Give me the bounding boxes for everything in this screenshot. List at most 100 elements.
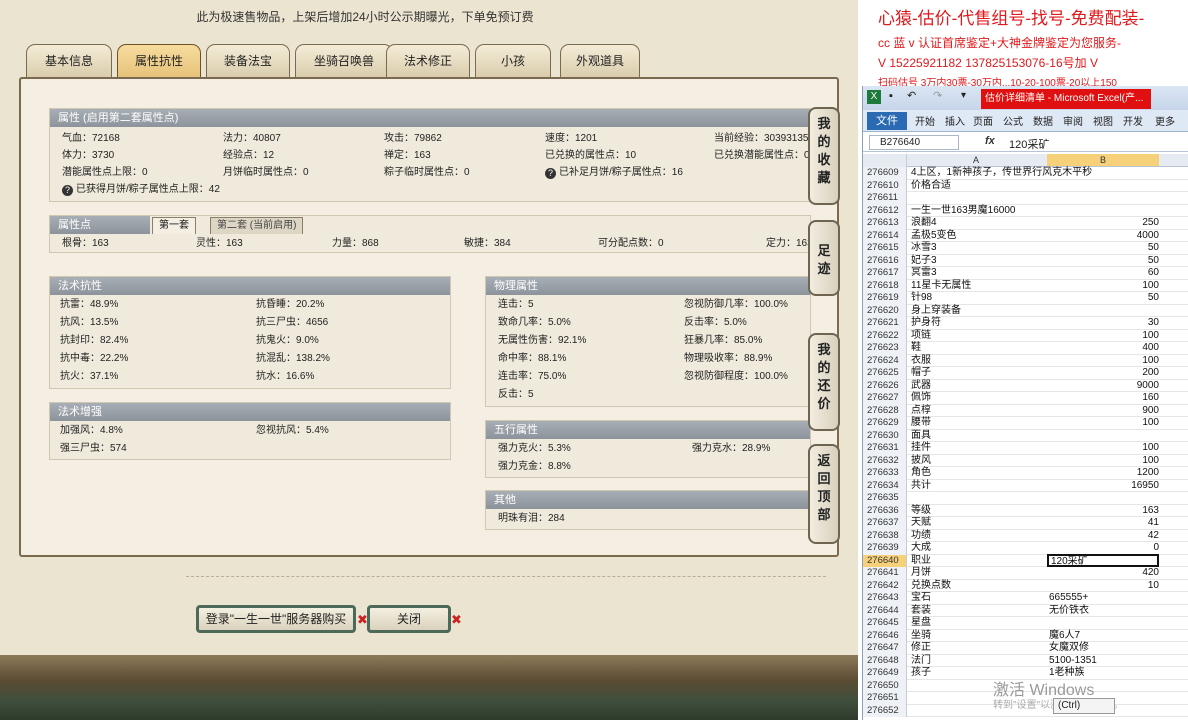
cell-a[interactable]: 妃子3 — [911, 255, 937, 267]
fx-icon[interactable]: fx — [985, 135, 995, 147]
cell-a[interactable]: 等级 — [911, 505, 931, 517]
tab-attributes[interactable]: 属性抗性 — [117, 44, 201, 78]
sheet-row[interactable]: 276636 等级 163 — [863, 504, 1188, 517]
cell-a[interactable]: 冥雷3 — [911, 267, 937, 279]
row-number[interactable]: 276614 — [863, 229, 907, 242]
cell-a[interactable]: 武器 — [911, 380, 931, 392]
ribbon-tab-page[interactable]: 页面 — [973, 113, 993, 128]
cell-b[interactable]: 9000 — [1047, 380, 1159, 392]
sheet-row[interactable]: 276624 衣服 100 — [863, 354, 1188, 367]
cell-b[interactable]: 42 — [1047, 530, 1159, 542]
row-number[interactable]: 276648 — [863, 654, 907, 667]
tab-mounts-summons[interactable]: 坐骑召唤兽 — [295, 44, 393, 78]
cell-a[interactable]: 宝石 — [911, 592, 931, 604]
sheet-row[interactable]: 276647 修正 女魔双修 — [863, 642, 1188, 655]
sheet-row[interactable]: 276609 4上区，1新神孩子，传世界行风克木平秒 — [863, 167, 1188, 180]
cell-a[interactable]: 坐骑 — [911, 630, 931, 642]
cell-b[interactable]: 250 — [1047, 217, 1159, 229]
my-counteroffer-button[interactable]: 我的还价 — [808, 333, 840, 431]
ribbon-tab-data[interactable]: 数据 — [1033, 113, 1053, 128]
row-number[interactable]: 276609 — [863, 167, 907, 180]
cell-a[interactable]: 职业 — [911, 555, 931, 567]
row-number[interactable]: 276627 — [863, 392, 907, 405]
row-number[interactable]: 276642 — [863, 579, 907, 592]
sheet-row[interactable]: 276632 披风 100 — [863, 454, 1188, 467]
ribbon-tab-insert[interactable]: 插入 — [945, 113, 965, 128]
sheet-row[interactable]: 276620 身上穿装备 — [863, 304, 1188, 317]
cell-b[interactable]: 665555+ — [1047, 592, 1159, 604]
cell-a[interactable]: 护身符 — [911, 317, 941, 329]
row-number[interactable]: 276615 — [863, 242, 907, 255]
tab-children[interactable]: 小孩 — [475, 44, 551, 78]
cell-a[interactable]: 腰带 — [911, 417, 931, 429]
cell-a[interactable]: 11星卡无属性 — [911, 280, 971, 292]
redo-icon[interactable]: ↷ — [933, 89, 942, 102]
file-tab[interactable]: 文件 — [867, 112, 907, 130]
cell-a[interactable]: 针98 — [911, 292, 932, 304]
row-number[interactable]: 276639 — [863, 542, 907, 555]
cell-a[interactable]: 价格合适 — [911, 180, 951, 192]
cell-a[interactable]: 挂件 — [911, 442, 931, 454]
tab-equipment[interactable]: 装备法宝 — [206, 44, 290, 78]
sheet-row[interactable]: 276645 星盘 — [863, 617, 1188, 630]
row-number[interactable]: 276620 — [863, 304, 907, 317]
sheet-row[interactable]: 276613 浪翻4 250 — [863, 217, 1188, 230]
sheet-row[interactable]: 276617 冥雷3 60 — [863, 267, 1188, 280]
row-number[interactable]: 276634 — [863, 479, 907, 492]
row-number[interactable]: 276640 — [863, 554, 907, 567]
cell-b[interactable]: 50 — [1047, 292, 1159, 304]
sheet-row[interactable]: 276641 月饼 420 — [863, 567, 1188, 580]
row-number[interactable]: 276644 — [863, 604, 907, 617]
login-purchase-button[interactable]: 登录"一生一世"服务器购买 — [196, 605, 356, 633]
column-header-b[interactable]: B — [1047, 154, 1159, 166]
cell-b[interactable]: 200 — [1047, 367, 1159, 379]
cell-b[interactable]: 100 — [1047, 330, 1159, 342]
cell-a[interactable]: 一生一世163男魔16000 — [911, 205, 1016, 217]
sheet-row[interactable]: 276612 一生一世163男魔16000 — [863, 204, 1188, 217]
sheet-row[interactable]: 276637 天赋 41 — [863, 517, 1188, 530]
sheet-row[interactable]: 276616 妃子3 50 — [863, 254, 1188, 267]
ribbon-tab-formula[interactable]: 公式 — [1003, 113, 1023, 128]
row-number[interactable]: 276637 — [863, 517, 907, 530]
select-all-corner[interactable] — [863, 154, 907, 167]
cell-b[interactable]: 100 — [1047, 455, 1159, 467]
cell-b[interactable]: 100 — [1047, 417, 1159, 429]
sheet-row[interactable]: 276634 共计 16950 — [863, 479, 1188, 492]
sheet-row[interactable]: 276638 功绩 42 — [863, 529, 1188, 542]
cell-b[interactable]: 0 — [1047, 542, 1159, 554]
cell-a[interactable]: 冰雪3 — [911, 242, 937, 254]
cell-a[interactable]: 浪翻4 — [911, 217, 937, 229]
undo-icon[interactable]: ↶ — [907, 89, 916, 102]
sheet-row[interactable]: 276643 宝石 665555+ — [863, 592, 1188, 605]
cell-a[interactable]: 功绩 — [911, 530, 931, 542]
row-number[interactable]: 276641 — [863, 567, 907, 580]
row-number[interactable]: 276647 — [863, 642, 907, 655]
row-number[interactable]: 276631 — [863, 442, 907, 455]
cell-b[interactable]: 魔6人7 — [1047, 630, 1159, 642]
cell-b[interactable]: 10 — [1047, 580, 1159, 592]
sheet-row[interactable]: 276644 套装 无价铁衣 — [863, 604, 1188, 617]
row-number[interactable]: 276619 — [863, 292, 907, 305]
column-header-a[interactable]: A — [973, 155, 979, 165]
sheet-row[interactable]: 276629 腰带 100 — [863, 417, 1188, 430]
sheet-row[interactable]: 276627 佩饰 160 — [863, 392, 1188, 405]
cell-a[interactable]: 角色 — [911, 467, 931, 479]
cell-a[interactable]: 法门 — [911, 655, 931, 667]
cell-a[interactable]: 4上区，1新神孩子，传世界行风克木平秒 — [911, 167, 1092, 179]
ribbon-tab-review[interactable]: 审阅 — [1063, 113, 1083, 128]
sheet-row[interactable]: 276631 挂件 100 — [863, 442, 1188, 455]
cell-a[interactable]: 天赋 — [911, 517, 931, 529]
cell-b[interactable]: 50 — [1047, 242, 1159, 254]
row-number[interactable]: 276613 — [863, 217, 907, 230]
sheet-grid[interactable]: 276609 4上区，1新神孩子，传世界行风克木平秒 276610 价格合适 27661… — [863, 167, 1188, 717]
cell-a[interactable]: 套装 — [911, 605, 931, 617]
sheet-row[interactable]: 276635 — [863, 492, 1188, 505]
cell-b[interactable]: 400 — [1047, 342, 1159, 354]
help-icon[interactable]: ? — [545, 168, 556, 179]
save-icon[interactable]: ▪ — [889, 90, 893, 102]
row-number[interactable]: 276623 — [863, 342, 907, 355]
formula-input[interactable]: 120采矿 — [1009, 136, 1049, 152]
sheet-row[interactable]: 276626 武器 9000 — [863, 379, 1188, 392]
row-number[interactable]: 276651 — [863, 692, 907, 705]
back-to-top-button[interactable]: 返回顶部 — [808, 444, 840, 544]
